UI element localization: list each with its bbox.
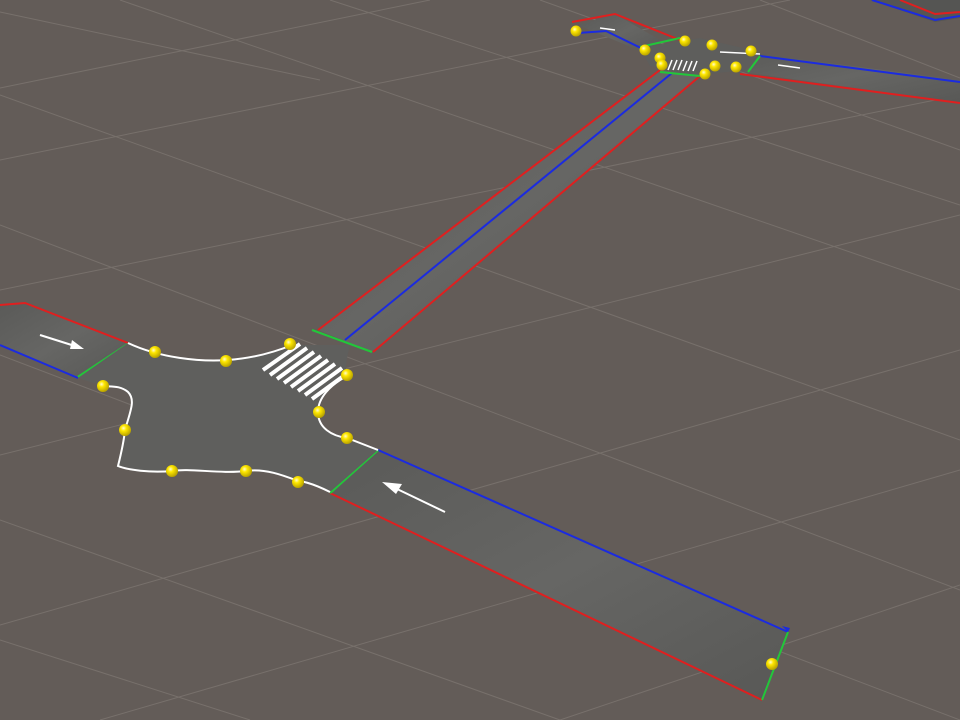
control-point[interactable]: [709, 60, 721, 72]
control-point[interactable]: [119, 424, 131, 436]
control-point[interactable]: [292, 476, 304, 488]
control-point[interactable]: [166, 465, 178, 477]
connecting-road[interactable]: [317, 69, 701, 353]
control-point[interactable]: [341, 432, 353, 444]
far-road-top-right[interactable]: [870, 0, 960, 22]
control-point[interactable]: [313, 406, 325, 418]
top-road-right-branch[interactable]: [730, 52, 960, 104]
control-point[interactable]: [766, 658, 778, 670]
control-point[interactable]: [639, 44, 651, 56]
main-junction[interactable]: [78, 329, 379, 493]
control-points[interactable]: [97, 25, 778, 671]
road-network-scene[interactable]: [0, 0, 960, 720]
control-point[interactable]: [730, 61, 742, 73]
control-point[interactable]: [149, 346, 161, 358]
control-point[interactable]: [679, 35, 691, 47]
control-point[interactable]: [745, 45, 757, 57]
control-point[interactable]: [341, 369, 353, 381]
control-point[interactable]: [570, 25, 582, 37]
control-point[interactable]: [706, 39, 718, 51]
control-point[interactable]: [699, 68, 711, 80]
control-point[interactable]: [284, 338, 296, 350]
control-point[interactable]: [656, 59, 668, 71]
scene-viewport[interactable]: [0, 0, 960, 720]
control-point[interactable]: [97, 380, 109, 392]
control-point[interactable]: [220, 355, 232, 367]
control-point[interactable]: [240, 465, 252, 477]
